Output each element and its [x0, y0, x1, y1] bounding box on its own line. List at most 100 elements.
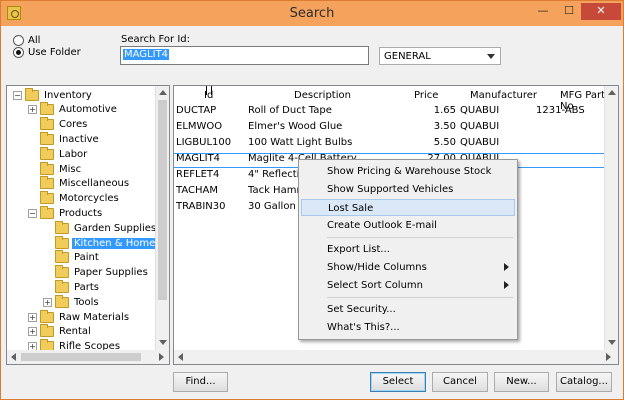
- grid-cell-mfr[interactable]: QUABUI: [460, 121, 530, 135]
- tree-item[interactable]: Motorcycles: [28, 191, 121, 206]
- folder-icon: [55, 294, 69, 308]
- grid-cell-part[interactable]: [536, 137, 604, 151]
- column-header-price[interactable]: Price: [414, 90, 438, 104]
- folder-icon: [40, 324, 54, 338]
- tree-item[interactable]: + Tools: [43, 294, 101, 309]
- cancel-button[interactable]: Cancel: [432, 372, 488, 392]
- menu-item[interactable]: Set Security...: [301, 301, 515, 318]
- tree-item-label: Paint: [74, 252, 99, 264]
- tree-item[interactable]: + Automotive: [28, 102, 119, 117]
- menu-item[interactable]: Show Supported Vehicles: [301, 181, 515, 198]
- scroll-up-icon[interactable]: [159, 90, 167, 95]
- grid-cell-id[interactable]: TRABIN30: [176, 201, 246, 215]
- radio-use-folder-indicator[interactable]: [13, 47, 24, 58]
- scroll-right-icon[interactable]: [606, 353, 611, 361]
- grid-cell-part[interactable]: [536, 185, 604, 199]
- menu-item[interactable]: Lost Sale: [301, 199, 515, 216]
- radio-all[interactable]: All: [13, 35, 40, 46]
- tree-item[interactable]: − Inventory: [13, 87, 94, 102]
- category-select-value: GENERAL: [384, 50, 431, 62]
- menu-item[interactable]: Create Outlook E-mail: [301, 217, 515, 234]
- grid-cell-desc[interactable]: Elmer's Wood Glue: [248, 121, 408, 135]
- category-select[interactable]: GENERAL: [379, 47, 501, 65]
- maximize-button[interactable]: ☐: [557, 3, 581, 20]
- grid-cell-price[interactable]: 5.50: [404, 137, 456, 151]
- tree-item[interactable]: Misc: [28, 161, 83, 176]
- tree-item[interactable]: Garden Supplies: [43, 220, 158, 235]
- tree-item[interactable]: Kitchen & Home S: [43, 235, 167, 250]
- collapse-icon[interactable]: −: [28, 208, 37, 218]
- expand-icon[interactable]: +: [28, 105, 37, 115]
- tree-item-label: Products: [59, 207, 103, 219]
- tree-item[interactable]: Parts: [43, 279, 101, 294]
- grid-cell-id[interactable]: REFLET4: [176, 169, 246, 183]
- grid-cell-id[interactable]: TACHAM: [176, 185, 246, 199]
- grid-cell-desc[interactable]: 100 Watt Light Bulbs: [248, 137, 408, 151]
- scroll-thumb[interactable]: [21, 353, 141, 361]
- grid-cell-part[interactable]: [536, 121, 604, 135]
- grid-cell-id[interactable]: MAGLIT4: [176, 153, 246, 167]
- tree-item[interactable]: Cores: [28, 117, 89, 132]
- grid-cell-part[interactable]: [536, 153, 604, 167]
- folder-icon: [40, 176, 54, 190]
- radio-use-folder[interactable]: Use Folder: [13, 47, 81, 58]
- chevron-down-icon: [487, 54, 495, 59]
- title-bar[interactable]: Search — ☐ ✕: [1, 1, 623, 26]
- grid-cell-id[interactable]: DUCTAP: [176, 105, 246, 119]
- scroll-down-icon[interactable]: [608, 340, 616, 345]
- scroll-up-icon[interactable]: [608, 90, 616, 95]
- menu-item-label: What's This?...: [327, 322, 400, 333]
- grid-vertical-scrollbar[interactable]: [604, 86, 618, 350]
- scroll-left-icon[interactable]: [178, 353, 183, 361]
- close-button[interactable]: ✕: [581, 3, 621, 20]
- grid-cell-part[interactable]: [536, 201, 604, 215]
- collapse-icon[interactable]: −: [13, 90, 22, 100]
- select-button[interactable]: Select: [370, 372, 426, 392]
- tree-item[interactable]: − Products: [28, 205, 104, 220]
- menu-item[interactable]: What's This?...: [301, 319, 515, 336]
- column-header-manufacturer[interactable]: Manufacturer: [470, 90, 537, 104]
- new-button[interactable]: New...: [494, 372, 549, 392]
- tree-item[interactable]: + Rental: [28, 324, 93, 339]
- tree-horizontal-scrollbar[interactable]: [7, 350, 169, 364]
- grid-cell-desc[interactable]: Roll of Duct Tape: [248, 105, 408, 119]
- folder-tree[interactable]: − Inventory + Automotive Cores Inactive Labor M…: [6, 85, 170, 365]
- minimize-button[interactable]: —: [531, 3, 555, 20]
- menu-item[interactable]: Export List...: [301, 241, 515, 258]
- scroll-down-icon[interactable]: [159, 340, 167, 345]
- column-header-description[interactable]: Description: [294, 90, 351, 104]
- tree-item-label: Kitchen & Home S: [72, 237, 167, 249]
- grid-cell-id[interactable]: LIGBUL100: [176, 137, 246, 151]
- radio-all-indicator[interactable]: [13, 35, 24, 46]
- scroll-thumb[interactable]: [158, 100, 167, 300]
- menu-item[interactable]: Show Pricing & Warehouse Stock: [301, 163, 515, 180]
- search-window: Search — ☐ ✕ All Use Folder Search For I…: [0, 0, 624, 400]
- expand-icon[interactable]: +: [28, 327, 37, 337]
- find-button[interactable]: Find...: [173, 372, 228, 392]
- expand-icon[interactable]: +: [43, 297, 52, 307]
- grid-cell-id[interactable]: ELMWOO: [176, 121, 246, 135]
- text-cursor-icon: [206, 86, 212, 95]
- tree-item[interactable]: Paint: [43, 250, 101, 265]
- search-input[interactable]: MAGLIT4: [120, 46, 369, 65]
- tree-item[interactable]: Miscellaneous: [28, 176, 131, 191]
- menu-separator: [327, 297, 513, 298]
- grid-cell-mfr[interactable]: QUABUI: [460, 137, 530, 151]
- grid-cell-price[interactable]: 1.65: [404, 105, 456, 119]
- grid-cell-mfr[interactable]: QUABUI: [460, 105, 530, 119]
- scroll-right-icon[interactable]: [159, 353, 164, 361]
- grid-cell-price[interactable]: 3.50: [404, 121, 456, 135]
- grid-cell-part[interactable]: 1231-ABS: [536, 105, 604, 119]
- tree-item[interactable]: Labor: [28, 146, 89, 161]
- menu-item[interactable]: Show/Hide Columns: [301, 259, 515, 276]
- menu-item[interactable]: Select Sort Column: [301, 277, 515, 294]
- grid-cell-part[interactable]: [536, 169, 604, 183]
- catalog-button[interactable]: Catalog...: [556, 372, 612, 392]
- scroll-left-icon[interactable]: [11, 353, 16, 361]
- tree-item[interactable]: + Raw Materials: [28, 309, 131, 324]
- tree-vertical-scrollbar[interactable]: [155, 86, 169, 350]
- tree-item[interactable]: Paper Supplies: [43, 265, 150, 280]
- expand-icon[interactable]: +: [28, 312, 37, 322]
- tree-item[interactable]: Inactive: [28, 131, 101, 146]
- grid-horizontal-scrollbar[interactable]: [174, 350, 618, 364]
